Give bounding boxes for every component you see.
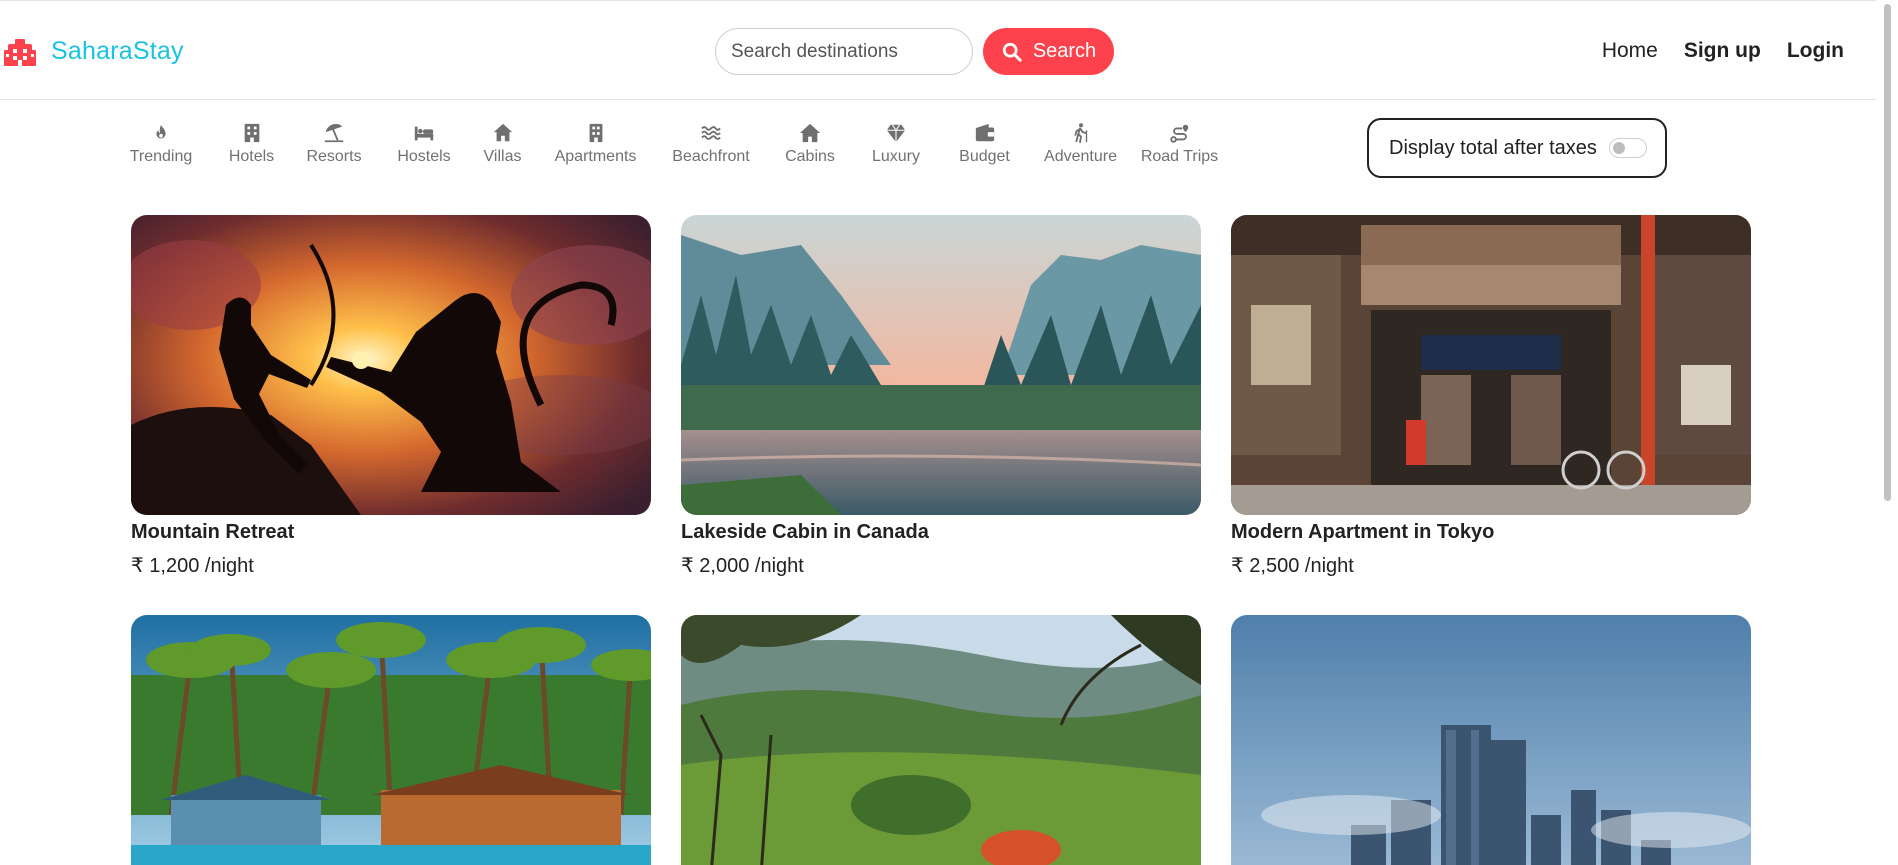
gem-icon [886, 124, 906, 143]
listing-card[interactable] [681, 615, 1201, 865]
category-filters: Trending Hotels Resorts Hostels Villas A… [130, 122, 1218, 166]
filter-villas[interactable]: Villas [480, 122, 525, 166]
hiking-icon [1074, 123, 1087, 144]
filter-apartments[interactable]: Apartments [553, 122, 638, 166]
green-hills-image [681, 615, 1201, 865]
tax-switch[interactable] [1608, 138, 1647, 158]
filter-adventure[interactable]: Adventure [1043, 122, 1118, 166]
filter-luxury[interactable]: Luxury [871, 122, 921, 166]
filter-beachfront[interactable]: Beachfront [671, 122, 751, 166]
house-icon [493, 123, 512, 142]
palm-beach-image [131, 615, 651, 865]
hotel-icon [244, 123, 259, 143]
login-link[interactable]: Login [1787, 39, 1844, 63]
tax-toggle[interactable]: Display total after taxes [1367, 118, 1667, 178]
umbrella-beach-icon [324, 123, 344, 143]
listing-price: ₹ 2,500 /night [1231, 555, 1354, 577]
signup-link[interactable]: Sign up [1684, 39, 1761, 63]
hotel-building-icon [4, 38, 36, 66]
brand-name: SaharaStay [51, 37, 184, 65]
silhouette-sunset-image [131, 215, 651, 515]
search-button-label: Search [1032, 40, 1097, 62]
listing-card[interactable] [1231, 615, 1751, 865]
nav-links: Home Sign up Login [1602, 39, 1844, 63]
listing-price: ₹ 2,000 /night [681, 555, 804, 577]
listing-card[interactable]: Lakeside Cabin in Canada ₹ 2,000 /night [681, 215, 1201, 578]
filter-budget[interactable]: Budget [957, 122, 1012, 166]
top-navbar: SaharaStay Search Home Sign up Login [0, 0, 1876, 100]
filter-trending[interactable]: Trending [130, 122, 192, 166]
listing-title: Mountain Retreat [131, 521, 295, 543]
listing-card[interactable] [131, 615, 651, 865]
city-skyline-image [1231, 615, 1751, 865]
scrollbar-thumb[interactable] [1884, 4, 1891, 501]
wallet-icon [975, 123, 994, 142]
listing-price: ₹ 1,200 /night [131, 555, 254, 577]
listing-image[interactable] [1231, 215, 1751, 515]
home-link[interactable]: Home [1602, 39, 1658, 63]
listing-title: Modern Apartment in Tokyo [1231, 521, 1495, 543]
cabin-icon [799, 123, 821, 143]
water-icon [701, 126, 721, 140]
tax-toggle-label: Display total after taxes [1389, 136, 1597, 159]
listing-image[interactable] [131, 215, 651, 515]
search-icon [1002, 42, 1022, 62]
listing-card[interactable]: Mountain Retreat ₹ 1,200 /night [131, 215, 651, 578]
filter-hotels[interactable]: Hotels [223, 122, 280, 166]
tokyo-storefront-image [1231, 215, 1751, 515]
listing-image[interactable] [681, 615, 1201, 865]
filter-road-trips[interactable]: Road Trips [1141, 122, 1218, 166]
search-input[interactable] [715, 28, 973, 75]
listing-image[interactable] [681, 215, 1201, 515]
building-icon [589, 123, 602, 143]
brand-logo[interactable]: SaharaStay [4, 37, 184, 66]
listing-title: Lakeside Cabin in Canada [681, 521, 929, 543]
filter-cabins[interactable]: Cabins [785, 122, 835, 166]
route-icon [1169, 124, 1188, 143]
fire-icon [156, 124, 166, 139]
mountain-lake-image [681, 215, 1201, 515]
search-button[interactable]: Search [983, 28, 1114, 75]
filter-hostels[interactable]: Hostels [393, 122, 455, 166]
listing-card[interactable]: Modern Apartment in Tokyo ₹ 2,500 /night [1231, 215, 1751, 578]
listing-image[interactable] [131, 615, 651, 865]
listing-image[interactable] [1231, 615, 1751, 865]
bed-icon [414, 126, 434, 141]
filter-resorts[interactable]: Resorts [303, 122, 365, 166]
page-scrollbar[interactable] [1876, 0, 1898, 865]
